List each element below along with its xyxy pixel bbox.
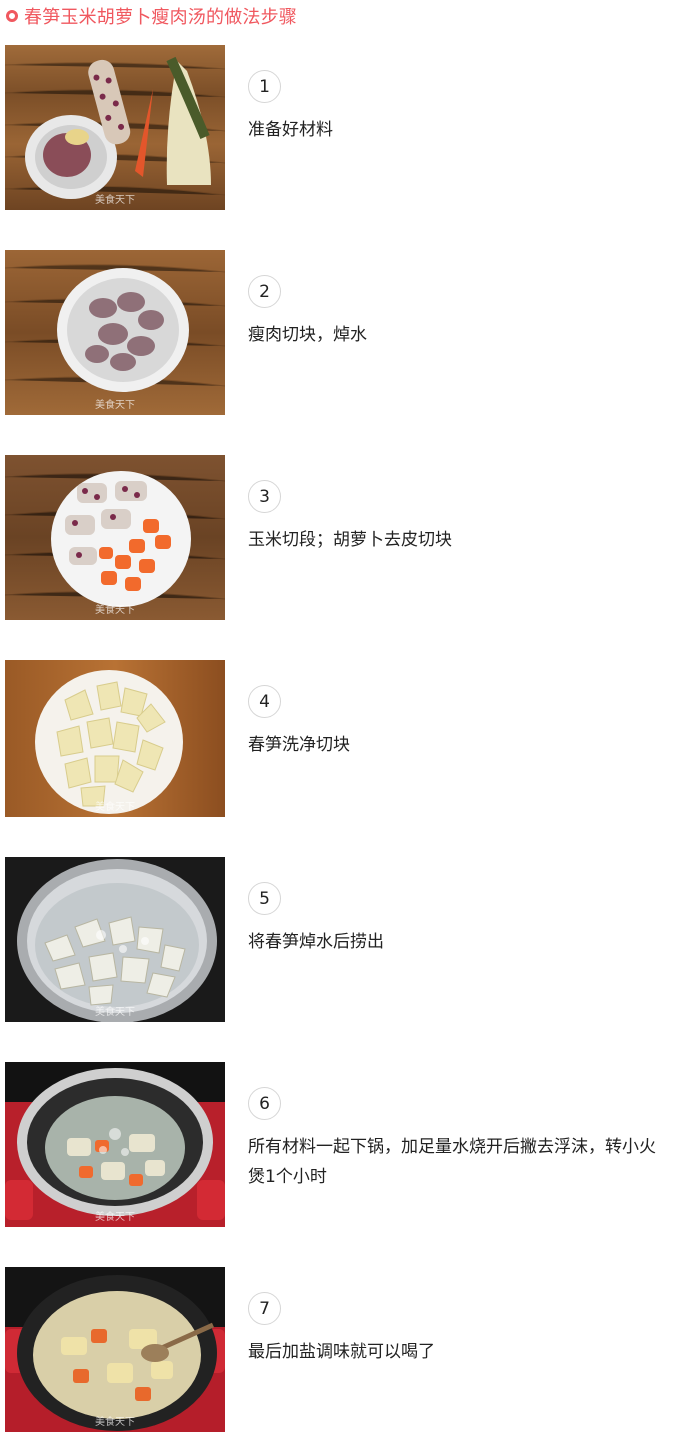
page-header: 春笋玉米胡萝卜瘦肉汤的做法步骤 xyxy=(6,4,297,28)
step-7: 美食天下 7 最后加盐调味就可以喝了 xyxy=(5,1267,675,1432)
watermark: 美食天下 xyxy=(95,603,135,616)
step-4: 美食天下 4 春笋洗净切块 xyxy=(5,660,675,817)
watermark: 美食天下 xyxy=(95,800,135,813)
step-6: 美食天下 6 所有材料一起下锅，加足量水烧开后撇去浮沫，转小火煲1个小时 xyxy=(5,1062,675,1227)
step-description: 玉米切段；胡萝卜去皮切块 xyxy=(248,530,452,550)
step-3: 美食天下 3 玉米切段；胡萝卜去皮切块 xyxy=(5,455,675,620)
step-2-photo[interactable]: 美食天下 xyxy=(5,250,225,415)
watermark: 美食天下 xyxy=(95,1005,135,1018)
step-1: 美食天下 1 准备好材料 xyxy=(5,45,675,210)
step-number: 3 xyxy=(248,480,281,513)
step-4-photo[interactable]: 美食天下 xyxy=(5,660,225,817)
step-number: 2 xyxy=(248,275,281,308)
step-number: 7 xyxy=(248,1292,281,1325)
step-number: 6 xyxy=(248,1087,281,1120)
watermark: 美食天下 xyxy=(95,1415,135,1428)
step-description: 春笋洗净切块 xyxy=(248,735,350,755)
step-number: 4 xyxy=(248,685,281,718)
step-3-photo[interactable]: 美食天下 xyxy=(5,455,225,620)
step-description: 准备好材料 xyxy=(248,120,333,140)
step-1-photo[interactable]: 美食天下 xyxy=(5,45,225,210)
watermark: 美食天下 xyxy=(95,193,135,206)
page-title: 春笋玉米胡萝卜瘦肉汤的做法步骤 xyxy=(24,7,297,28)
step-5: 美食天下 5 将春笋焯水后捞出 xyxy=(5,857,675,1022)
step-number: 1 xyxy=(248,70,281,103)
step-5-photo[interactable]: 美食天下 xyxy=(5,857,225,1022)
watermark: 美食天下 xyxy=(95,398,135,411)
ring-icon xyxy=(6,10,18,22)
step-description: 所有材料一起下锅，加足量水烧开后撇去浮沫，转小火煲1个小时 xyxy=(248,1137,656,1187)
step-7-photo[interactable]: 美食天下 xyxy=(5,1267,225,1432)
step-6-photo[interactable]: 美食天下 xyxy=(5,1062,225,1227)
watermark: 美食天下 xyxy=(95,1210,135,1223)
step-description: 瘦肉切块，焯水 xyxy=(248,325,367,345)
step-2: 美食天下 2 瘦肉切块，焯水 xyxy=(5,250,675,415)
step-number: 5 xyxy=(248,882,281,915)
step-description: 最后加盐调味就可以喝了 xyxy=(248,1342,435,1362)
step-description: 将春笋焯水后捞出 xyxy=(248,932,384,952)
